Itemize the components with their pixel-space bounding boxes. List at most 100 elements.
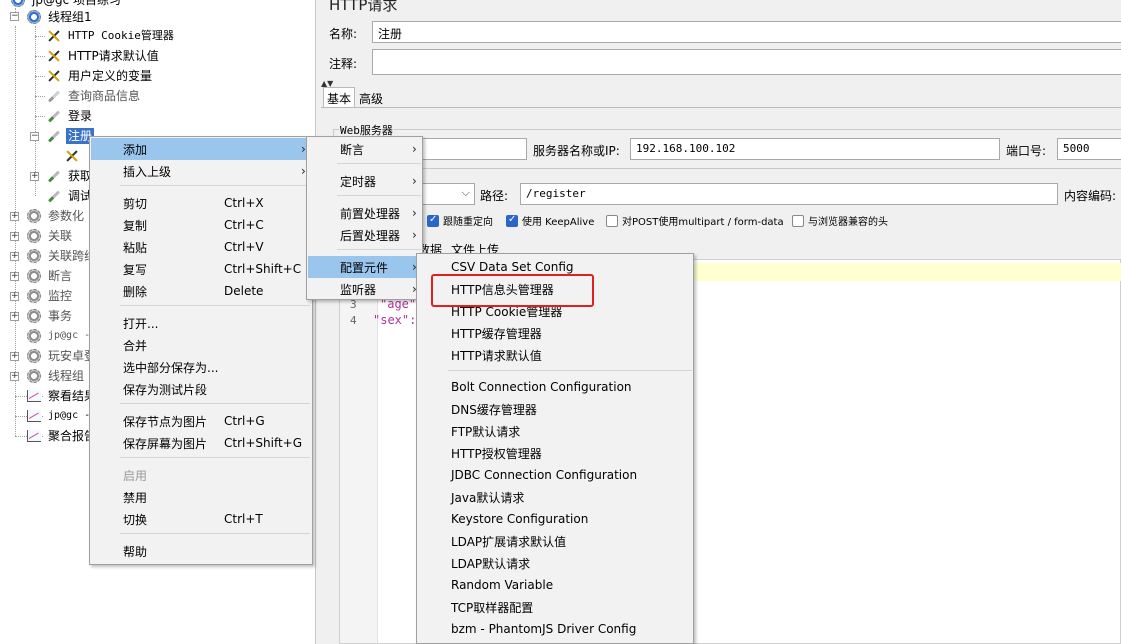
menu-item-label: 禁用 — [123, 490, 148, 505]
tree-item-debug[interactable]: 调试 — [46, 186, 94, 206]
path-field[interactable]: /register — [520, 183, 1058, 205]
menu-item-copy[interactable]: 复制 Ctrl+C — [91, 214, 311, 236]
checkbox-checked-icon — [506, 214, 518, 227]
server-label: 服务器名称或IP: — [533, 144, 620, 158]
menu-shortcut: Ctrl+X — [224, 196, 264, 210]
config-item-phantomjs-driver[interactable]: bzm - PhantomJS Driver Config — [418, 618, 692, 640]
config-item-random-variable[interactable]: Random Variable — [418, 574, 692, 596]
submenu-item-listener[interactable]: 监听器 › — [308, 278, 421, 300]
menu-item-help[interactable]: 帮助 — [91, 540, 311, 562]
menu-item-add[interactable]: 添加 › — [91, 138, 311, 160]
menu-item-save-fragment[interactable]: 保存为测试片段 — [91, 378, 311, 400]
menu-item-label: HTTP请求默认值 — [451, 348, 542, 363]
sampler-icon — [46, 108, 62, 124]
menu-item-save-screen-image[interactable]: 保存屏幕为图片 Ctrl+Shift+G — [91, 432, 311, 454]
menu-item-toggle[interactable]: 切换 Ctrl+T — [91, 508, 311, 530]
panel-title: HTTP请求 — [329, 0, 398, 14]
menu-item-cut[interactable]: 剪切 Ctrl+X — [91, 192, 311, 214]
submenu-item-timer[interactable]: 定时器 › — [308, 170, 421, 192]
config-item-java-defaults[interactable]: Java默认请求 — [418, 486, 692, 508]
config-item-auth-manager[interactable]: HTTP授权管理器 — [418, 442, 692, 464]
tree-listener-results[interactable]: 察看结果 — [26, 386, 98, 406]
submenu-item-config-element[interactable]: 配置元件 › — [308, 256, 421, 278]
tree-group-cross-correlation[interactable]: 关联跨线 — [26, 246, 98, 266]
submenu-item-postprocessor[interactable]: 后置处理器 › — [308, 224, 421, 246]
expand-toggle[interactable]: + — [10, 352, 19, 361]
collapse-toggle[interactable]: − — [30, 132, 39, 141]
tree-item-user-variables[interactable]: 用户定义的变量 — [46, 66, 154, 86]
thread-group-icon — [26, 368, 42, 384]
tree-group-jpgc[interactable]: jp@gc - — [26, 326, 92, 346]
config-item-dns-cache[interactable]: DNS缓存管理器 — [418, 398, 692, 420]
config-item-tcp-sampler-config[interactable]: TCP取样器配置 — [418, 596, 692, 618]
menu-item-merge[interactable]: 合并 — [91, 334, 311, 356]
expand-toggle[interactable]: + — [10, 292, 19, 301]
submenu-item-preprocessor[interactable]: 前置处理器 › — [308, 202, 421, 224]
expand-toggle[interactable]: + — [10, 272, 19, 281]
tree-item-label: 事务 — [48, 309, 73, 323]
tree-item-http-defaults[interactable]: HTTP请求默认值 — [46, 46, 161, 66]
expand-toggle[interactable]: + — [10, 312, 19, 321]
tree-item-child[interactable] — [64, 146, 84, 166]
tree-group-monitor[interactable]: 监控 — [26, 286, 74, 306]
menu-item-enable: 启用 — [91, 464, 311, 486]
expand-toggle[interactable]: + — [10, 372, 19, 381]
config-item-cache-manager[interactable]: HTTP缓存管理器 — [418, 322, 692, 344]
method-select[interactable]: ⌵ — [417, 183, 475, 205]
multipart-checkbox[interactable]: 对POST使用multipart / form-data — [606, 213, 784, 228]
tree-item-register[interactable]: 注册 — [46, 126, 95, 146]
tree-item-query-goods[interactable]: 查询商品信息 — [46, 86, 142, 106]
config-item-ftp-defaults[interactable]: FTP默认请求 — [418, 420, 692, 442]
tree-item-label: 监控 — [48, 289, 73, 303]
tree-thread-group[interactable]: 线程组1 — [26, 7, 94, 27]
name-field[interactable]: 注册 — [372, 21, 1121, 43]
tree-group-correlation[interactable]: 关联 — [26, 226, 74, 246]
menu-item-save-node-image[interactable]: 保存节点为图片 Ctrl+G — [91, 410, 311, 432]
menu-item-open[interactable]: 打开... — [91, 312, 311, 334]
config-item-ldap-defaults[interactable]: LDAP默认请求 — [418, 552, 692, 574]
menu-item-insert-parent[interactable]: 插入上级 › — [91, 160, 311, 182]
protocol-field[interactable] — [417, 138, 527, 160]
browser-headers-checkbox[interactable]: 与浏览器兼容的头 — [792, 213, 888, 228]
menu-item-save-selection[interactable]: 选中部分保存为... — [91, 356, 311, 378]
menu-item-delete[interactable]: 删除 Delete — [91, 280, 311, 302]
config-item-keystore[interactable]: Keystore Configuration — [418, 508, 692, 530]
config-item-ldap-ext-defaults[interactable]: LDAP扩展请求默认值 — [418, 530, 692, 552]
tree-listener-aggregate[interactable]: 聚合报告 — [26, 426, 98, 446]
tree-group-threadgroup[interactable]: 线程组 — [26, 366, 86, 386]
menu-item-label: 切换 — [123, 512, 148, 527]
tree-group-transaction[interactable]: 事务 — [26, 306, 74, 326]
expand-toggle[interactable]: + — [30, 172, 39, 181]
menu-item-label: bzm - PhantomJS Driver Config — [451, 622, 637, 636]
tree-item-label: jp@gc - — [48, 410, 91, 421]
port-field[interactable]: 5000 — [1057, 138, 1121, 160]
config-item-http-defaults[interactable]: HTTP请求默认值 — [418, 344, 692, 366]
collapse-toggle[interactable]: − — [10, 12, 19, 21]
menu-item-disable[interactable]: 禁用 — [91, 486, 311, 508]
tree-listener-jpgc[interactable]: jp@gc - — [26, 406, 92, 426]
tree-line — [35, 96, 45, 97]
menu-shortcut: Ctrl+T — [224, 512, 263, 526]
expand-toggle[interactable]: + — [10, 212, 19, 221]
follow-redirects-checkbox[interactable]: 跟随重定向 — [427, 213, 493, 228]
tree-item-cookie-manager[interactable]: HTTP Cookie管理器 — [46, 26, 176, 46]
expand-toggle[interactable]: + — [10, 252, 19, 261]
checkbox-label: 与浏览器兼容的头 — [808, 217, 888, 228]
tree-group-parameterize[interactable]: 参数化 — [26, 206, 86, 226]
menu-item-paste[interactable]: 粘贴 Ctrl+V — [91, 236, 311, 258]
menu-item-label: 帮助 — [123, 544, 148, 559]
menu-item-label: FTP默认请求 — [451, 424, 521, 439]
config-item-bolt-connection[interactable]: Bolt Connection Configuration — [418, 376, 692, 398]
config-item-jdbc-connection[interactable]: JDBC Connection Configuration — [418, 464, 692, 486]
server-field[interactable]: 192.168.100.102 — [630, 138, 1000, 160]
comment-field[interactable] — [372, 49, 1121, 75]
tree-group-wanandroid[interactable]: 玩安卓登 — [26, 346, 98, 366]
submenu-item-assertion[interactable]: 断言 › — [308, 138, 421, 160]
menu-shortcut: Ctrl+G — [224, 414, 265, 428]
expand-toggle[interactable]: + — [10, 232, 19, 241]
tree-item-login[interactable]: 登录 — [46, 106, 94, 126]
tree-item-get[interactable]: 获取 — [46, 166, 94, 186]
keepalive-checkbox[interactable]: 使用 KeepAlive — [506, 213, 594, 228]
menu-item-duplicate[interactable]: 复写 Ctrl+Shift+C — [91, 258, 311, 280]
tree-group-assertion[interactable]: 断言 — [26, 266, 74, 286]
